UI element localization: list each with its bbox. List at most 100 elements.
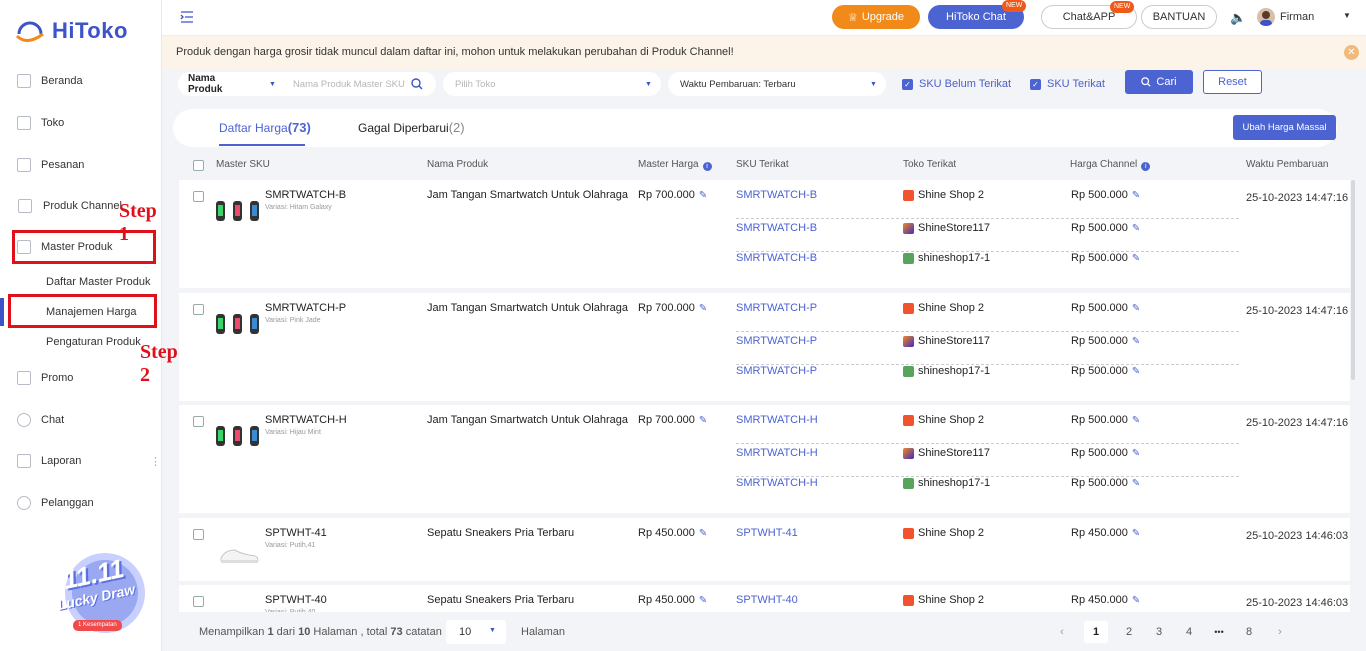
bound-sku-link[interactable]: SMRTWATCH-P [736,365,817,377]
page-3-button[interactable]: 3 [1147,621,1171,643]
row-checkbox[interactable] [193,529,204,540]
page-2-button[interactable]: 2 [1117,621,1141,643]
edit-icon[interactable]: ✎ [1132,478,1140,489]
bound-sku-link[interactable]: SMRTWATCH-H [736,477,818,489]
sidebar-item-toko[interactable]: Toko [0,111,161,135]
logo[interactable]: HiToko [14,18,128,44]
search-field-select[interactable]: Nama Produk [188,73,250,95]
sidebar-item-pelanggan[interactable]: Pelanggan [0,491,161,515]
edit-icon[interactable]: ✎ [1132,448,1140,459]
menu-collapse-icon[interactable] [180,11,194,23]
bound-sku-link[interactable]: SMRTWATCH-H [736,447,818,459]
edit-icon[interactable]: ✎ [1132,528,1140,539]
crown-icon: ♕ [847,11,858,24]
select-all-checkbox[interactable] [193,160,204,171]
tab-daftar-harga[interactable]: Daftar Harga(73) [219,120,311,135]
edit-icon[interactable]: ✎ [699,415,707,426]
sidebar-sub-daftar-master-produk[interactable]: Daftar Master Produk [46,276,151,288]
row-checkbox[interactable] [193,191,204,202]
sidebar-item-beranda[interactable]: Beranda [0,69,161,93]
bound-sku-link[interactable]: SPTWHT-41 [736,527,798,539]
search-icon[interactable] [411,78,423,90]
bound-sku-checkbox[interactable]: ✓ SKU Terikat [1030,72,1105,96]
sort-select[interactable]: Waktu Pembaruan: Terbaru ▼ [668,72,886,96]
prev-page-button[interactable]: ‹ [1050,621,1074,643]
edit-icon[interactable]: ✎ [699,190,707,201]
sidebar-item-pesanan[interactable]: Pesanan [0,153,161,177]
bound-sku-row: SMRTWATCH-B ShineStore117 Rp 500.000 ✎ [736,222,1239,252]
bound-shop: shineshop17-1 [903,252,990,264]
edit-icon[interactable]: ✎ [1132,303,1140,314]
search-button[interactable]: Cari [1125,70,1193,94]
page-size-select[interactable]: 10 ▼ [446,620,506,644]
bound-sku-link[interactable]: SMRTWATCH-P [736,302,817,314]
edit-icon[interactable]: ✎ [699,595,707,606]
bound-sku-link[interactable]: SMRTWATCH-P [736,335,817,347]
lucky-draw-badge[interactable]: 11.11 Lucky Draw 1 Kesempatan [55,545,151,640]
variant: Variasi: Hitam Galaxy [265,204,332,211]
edit-icon[interactable]: ✎ [699,303,707,314]
bound-shop: shineshop17-1 [903,477,990,489]
bound-sku-link[interactable]: SMRTWATCH-H [736,414,818,426]
shopee-icon [903,594,914,606]
sidebar-item-chat[interactable]: Chat [0,408,161,432]
table-body: SMRTWATCH-B Variasi: Hitam Galaxy Jam Ta… [179,180,1350,612]
edit-icon[interactable]: ✎ [1132,415,1140,426]
chat-app-button[interactable]: Chat&APP NEW [1041,1,1137,29]
table-row: SPTWHT-40 Variasi: Putih,40 Sepatu Sneak… [179,585,1350,612]
chevron-down-icon[interactable]: ▼ [1343,11,1351,20]
user-name[interactable]: Firman [1280,11,1314,23]
bulk-edit-price-button[interactable]: Ubah Harga Massal [1233,115,1336,140]
master-sku: SPTWHT-40 [265,594,327,606]
speaker-icon[interactable]: 🔈 [1230,10,1246,26]
bound-shop: Shine Shop 2 [903,302,984,314]
bound-sku-link[interactable]: SMRTWATCH-B [736,189,817,201]
sort-select-value: Waktu Pembaruan: Terbaru [680,78,796,90]
product-name: Sepatu Sneakers Pria Terbaru [427,594,575,606]
info-icon[interactable]: i [702,162,712,171]
sidebar-item-laporan[interactable]: Laporan ⋮ [0,449,161,473]
edit-icon[interactable]: ✎ [1132,190,1140,201]
info-icon[interactable]: i [1141,162,1151,171]
store-icon [17,116,31,130]
master-price: Rp 450.000 ✎ [638,594,708,606]
shop-select[interactable]: Pilih Toko ▼ [443,72,661,96]
sidebar-sub-pengaturan-produk[interactable]: Pengaturan Produk [46,336,141,348]
reset-button[interactable]: Reset [1203,70,1262,94]
bound-sku-row: SMRTWATCH-H Shine Shop 2 Rp 500.000 ✎ [736,414,1239,444]
avatar[interactable] [1257,8,1275,26]
table-scrollbar[interactable] [1351,180,1355,380]
edit-icon[interactable]: ✎ [1132,366,1140,377]
master-sku: SPTWHT-41 [265,527,327,539]
table-header: Master SKU Nama Produk Master Harga i SKU… [179,155,1350,175]
chevron-down-icon[interactable]: ▼ [269,81,276,88]
bound-sku-row: SMRTWATCH-P Shine Shop 2 Rp 500.000 ✎ [736,302,1239,332]
row-checkbox[interactable] [193,596,204,607]
tab-gagal-diperbarui[interactable]: Gagal Diperbarui(2) [358,120,465,135]
row-checkbox[interactable] [193,416,204,427]
bound-sku-link[interactable]: SMRTWATCH-B [736,252,817,264]
upgrade-button[interactable]: ♕ Upgrade [832,5,920,29]
page-1-button[interactable]: 1 [1084,621,1108,643]
edit-icon[interactable]: ✎ [1132,336,1140,347]
search-input[interactable]: Nama Produk Master SKU [293,79,405,90]
sidebar-item-promo[interactable]: Promo [0,366,161,390]
edit-icon[interactable]: ✎ [1132,253,1140,264]
pagination-summary: Menampilkan 1 dari 10 Halaman , total 73… [199,626,442,638]
page-8-button[interactable]: 8 [1237,621,1261,643]
help-button[interactable]: BANTUAN [1141,5,1217,29]
bound-sku-link[interactable]: SMRTWATCH-B [736,222,817,234]
page-4-button[interactable]: 4 [1177,621,1201,643]
bound-sku-row: SMRTWATCH-P ShineStore117 Rp 500.000 ✎ [736,335,1239,365]
edit-icon[interactable]: ✎ [1132,223,1140,234]
page-ellipsis[interactable]: ••• [1207,621,1231,643]
row-checkbox[interactable] [193,304,204,315]
edit-icon[interactable]: ✎ [1132,595,1140,606]
hitoko-chat-button[interactable]: HiToko Chat NEW [928,0,1027,29]
next-page-button[interactable]: › [1268,621,1292,643]
unbound-sku-checkbox[interactable]: ✓ SKU Belum Terikat [902,72,1011,96]
close-icon[interactable]: ✕ [1344,45,1359,60]
more-vertical-icon[interactable]: ⋮ [150,455,161,468]
edit-icon[interactable]: ✎ [699,528,707,539]
bound-sku-link[interactable]: SPTWHT-40 [736,594,798,606]
